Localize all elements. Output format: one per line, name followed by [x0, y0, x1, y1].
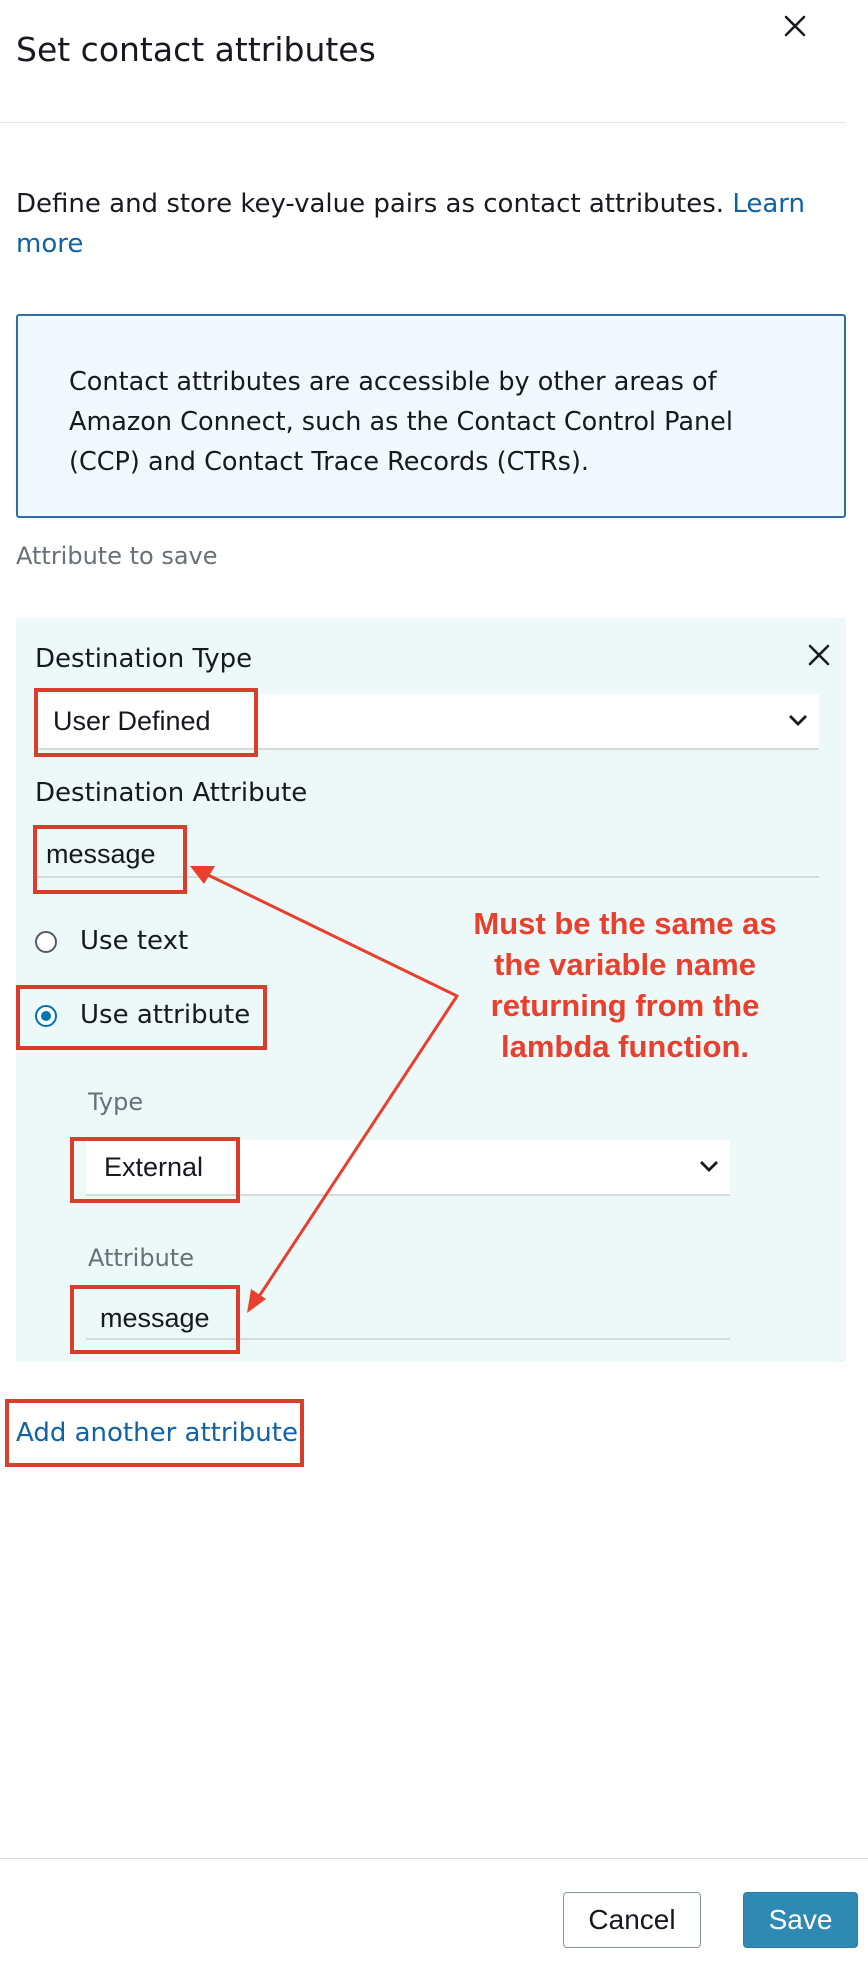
add-another-attribute-link[interactable]: Add another attribute [16, 1418, 298, 1448]
save-button[interactable]: Save [743, 1892, 858, 1948]
arrow-line-to-destination [204, 872, 459, 998]
footer-divider [0, 1858, 868, 1859]
annotation-note: Must be the same as the variable name re… [473, 906, 777, 1064]
arrow-line-to-attribute [256, 994, 459, 1300]
cancel-button[interactable]: Cancel [563, 1892, 701, 1948]
